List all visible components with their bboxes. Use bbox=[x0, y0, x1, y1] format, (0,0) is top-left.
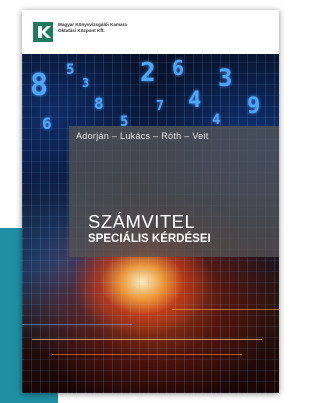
publisher-name: Magyar Könyvvizsgálói Kamara Oktatási Kö… bbox=[58, 22, 127, 34]
publisher-logo-icon bbox=[33, 22, 53, 42]
cover-header: Magyar Könyvvizsgálói Kamara Oktatási Kö… bbox=[22, 10, 279, 54]
circuit-trace bbox=[22, 324, 132, 325]
art-digit: 6 bbox=[42, 114, 52, 133]
art-digit: 6 bbox=[172, 56, 185, 80]
circuit-trace bbox=[52, 354, 242, 355]
art-digit: 8 bbox=[30, 68, 49, 103]
art-digit: 3 bbox=[218, 64, 233, 92]
book-subtitle: SPECIÁLIS KÉRDÉSEI bbox=[88, 233, 211, 245]
art-digit: 9 bbox=[247, 94, 261, 119]
art-digit: 4 bbox=[188, 88, 202, 113]
author-list: Adorján – Lukács – Róth – Veit bbox=[76, 131, 209, 141]
book-title: SZÁMVITEL bbox=[88, 211, 196, 232]
art-digit: 5 bbox=[66, 62, 75, 78]
publisher-line-2: Oktatási Központ Kft. bbox=[58, 28, 105, 33]
art-digit: 2 bbox=[140, 58, 156, 88]
art-digit: 7 bbox=[156, 99, 164, 114]
art-digit: 3 bbox=[82, 76, 90, 90]
art-digit: 8 bbox=[94, 94, 104, 113]
circuit-trace bbox=[172, 309, 279, 310]
book-cover[interactable]: Magyar Könyvvizsgálói Kamara Oktatási Kö… bbox=[22, 10, 279, 393]
circuit-trace bbox=[32, 339, 262, 340]
